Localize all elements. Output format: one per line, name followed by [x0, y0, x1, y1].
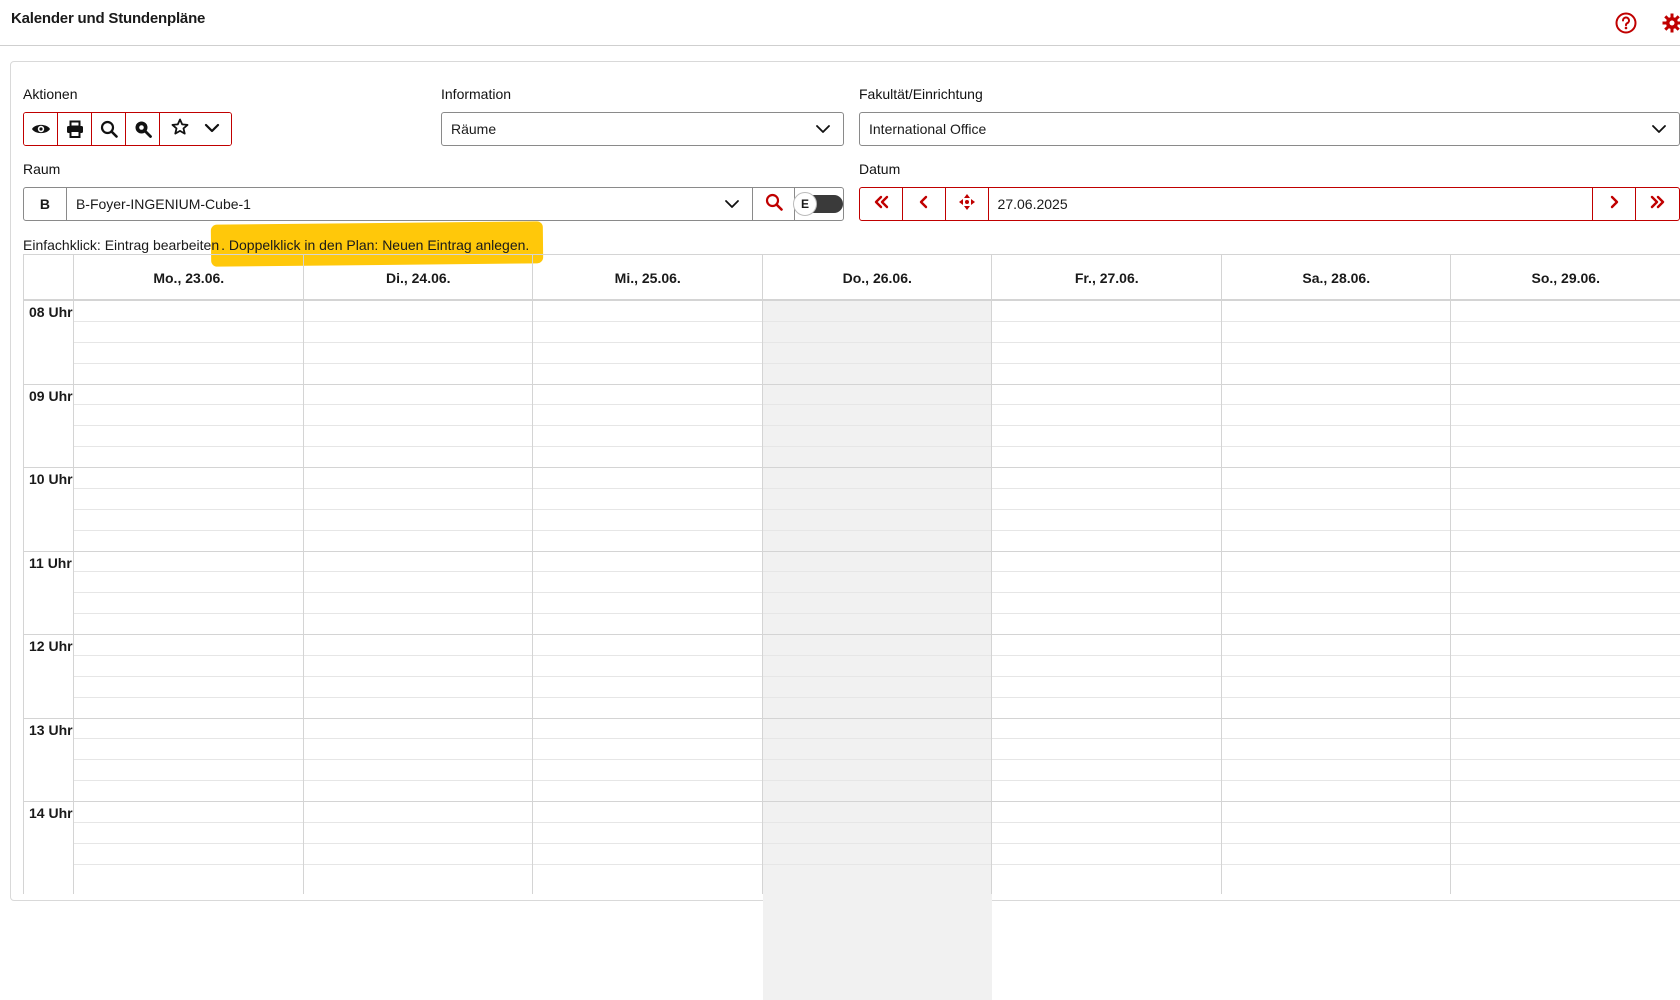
- chevron-down-icon: [204, 120, 220, 138]
- crosshair-arrows-icon: [958, 193, 976, 216]
- double-chevron-left-icon: [872, 195, 890, 214]
- actions-label: Aktionen: [23, 86, 77, 102]
- star-icon: [171, 118, 189, 141]
- room-value: B-Foyer-INGENIUM-Cube-1: [76, 196, 251, 212]
- day-column[interactable]: [992, 255, 1222, 894]
- room-search-button[interactable]: [753, 188, 795, 220]
- date-navigator: 27.06.2025: [859, 187, 1680, 221]
- app-title: Kalender und Stundenpläne: [11, 10, 205, 27]
- room-toggle[interactable]: E: [795, 188, 843, 220]
- date-label: Datum: [859, 161, 900, 177]
- hint-highlighted: . Doppelklick in den Plan: Neuen Eintrag…: [219, 237, 531, 253]
- room-prefix[interactable]: B: [24, 188, 67, 220]
- room-label: Raum: [23, 161, 60, 177]
- chevron-left-icon: [918, 195, 930, 214]
- help-icon[interactable]: [1614, 11, 1638, 35]
- hint-text: Einfachklick: Eintrag bearbeiten. Doppel…: [23, 237, 1680, 253]
- calendar-header-row: [24, 255, 1680, 300]
- next-week-button[interactable]: [1636, 188, 1679, 220]
- day-column[interactable]: [763, 255, 993, 894]
- week-calendar[interactable]: 08 Uhr09 Uhr10 Uhr11 Uhr12 Uhr13 Uhr14 U…: [23, 254, 1680, 894]
- toggle-track: E: [795, 195, 843, 213]
- chevron-down-icon: [724, 197, 740, 214]
- day-column[interactable]: [74, 255, 304, 894]
- time-column-divider: [24, 255, 74, 894]
- print-icon[interactable]: [58, 113, 92, 145]
- favorites-dropdown[interactable]: [160, 113, 231, 145]
- today-button[interactable]: [946, 188, 989, 220]
- double-chevron-right-icon: [1649, 195, 1667, 214]
- day-column[interactable]: [304, 255, 534, 894]
- information-value: Räume: [451, 121, 496, 137]
- toggle-knob: E: [793, 192, 817, 216]
- chevron-down-icon: [1651, 122, 1667, 139]
- search-icon: [765, 193, 783, 216]
- top-bar: Kalender und Stundenpläne: [0, 0, 1680, 46]
- actions-toolbar: [23, 112, 232, 146]
- date-input[interactable]: 27.06.2025: [989, 188, 1594, 220]
- zoom-search-icon[interactable]: [126, 113, 160, 145]
- chevron-down-icon: [815, 122, 831, 139]
- day-column[interactable]: [1451, 255, 1680, 894]
- eye-icon[interactable]: [24, 113, 58, 145]
- gear-icon[interactable]: [1660, 11, 1680, 35]
- day-column[interactable]: [1222, 255, 1452, 894]
- previous-day-button[interactable]: [903, 188, 946, 220]
- room-select[interactable]: B-Foyer-INGENIUM-Cube-1: [67, 188, 753, 220]
- information-label: Information: [441, 86, 511, 102]
- faculty-select[interactable]: International Office: [859, 112, 1680, 146]
- faculty-value: International Office: [869, 121, 986, 137]
- day-column[interactable]: [533, 255, 763, 894]
- room-field: B B-Foyer-INGENIUM-Cube-1 E: [23, 187, 844, 221]
- previous-week-button[interactable]: [860, 188, 903, 220]
- faculty-label: Fakultät/Einrichtung: [859, 86, 983, 102]
- next-day-button[interactable]: [1593, 188, 1636, 220]
- chevron-right-icon: [1608, 195, 1620, 214]
- hint-part-1: Einfachklick: Eintrag bearbeiten: [23, 237, 219, 253]
- search-icon[interactable]: [92, 113, 126, 145]
- information-select[interactable]: Räume: [441, 112, 844, 146]
